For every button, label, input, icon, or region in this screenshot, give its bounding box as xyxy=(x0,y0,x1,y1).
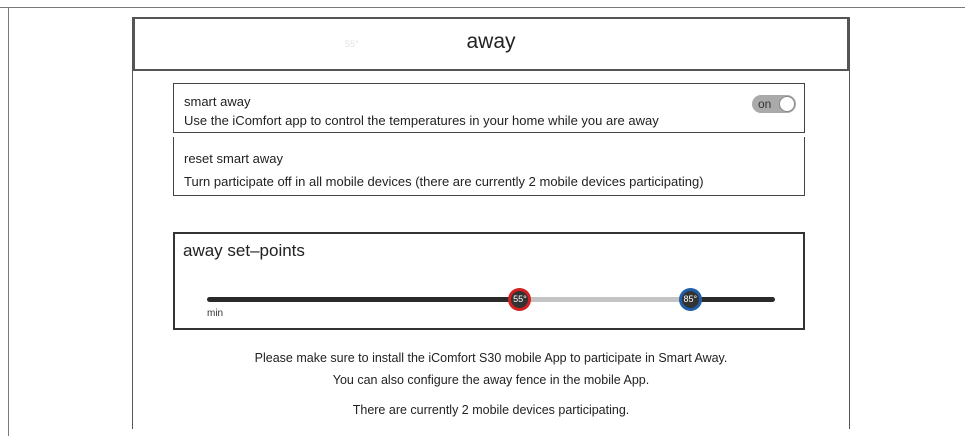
reset-smart-away-title: reset smart away xyxy=(184,151,283,166)
slider-track-above-high xyxy=(689,297,775,302)
away-settings-panel: 55° away smart away Use the iComfort app… xyxy=(132,17,850,429)
high-setpoint-thumb[interactable]: 85° xyxy=(678,288,702,311)
frame-left-border xyxy=(8,7,9,436)
slider-min-label: min xyxy=(207,308,224,319)
low-setpoint-thumb[interactable]: 55° xyxy=(508,288,532,311)
reset-smart-away-row[interactable]: reset smart away Turn participate off in… xyxy=(173,137,805,196)
slider-track-between xyxy=(519,297,690,302)
install-app-notice: Please make sure to install the iComfort… xyxy=(254,351,728,365)
away-setpoints-box: away set–points min 55° 85° xyxy=(173,232,805,330)
away-fence-notice: You can also configure the away fence in… xyxy=(332,373,650,387)
frame-top-border xyxy=(0,7,965,8)
slider-track-below-low xyxy=(207,297,520,302)
smart-away-toggle[interactable]: on xyxy=(752,95,796,113)
setpoint-range-slider[interactable]: min 55° 85° xyxy=(175,234,803,328)
smart-away-description: Use the iComfort app to control the temp… xyxy=(184,113,659,128)
toggle-label: on xyxy=(758,97,772,111)
page-header: 55° away xyxy=(133,17,849,71)
smart-away-row: smart away Use the iComfort app to contr… xyxy=(173,83,805,133)
reset-smart-away-description: Turn participate off in all mobile devic… xyxy=(184,174,704,189)
page-title: away xyxy=(466,30,516,53)
participating-devices-notice: There are currently 2 mobile devices par… xyxy=(352,403,630,417)
toggle-knob xyxy=(779,96,795,112)
smart-away-title: smart away xyxy=(184,94,251,109)
